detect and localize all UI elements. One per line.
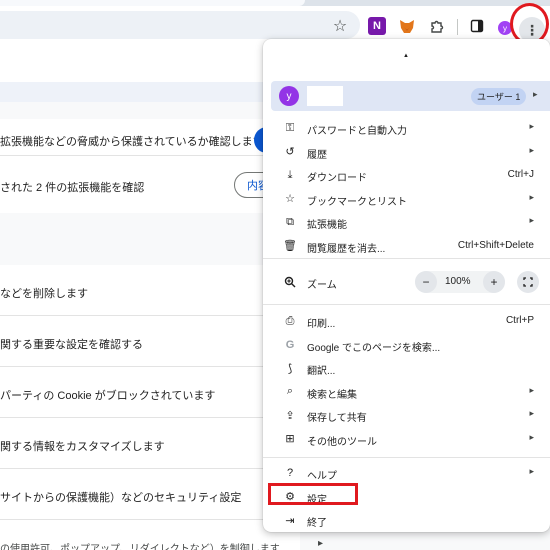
settings-row[interactable]: などを削除します [0,265,300,316]
row-label: パーティの Cookie がブロックされています [0,390,216,402]
star-icon: ☆ [285,193,295,205]
settings-row[interactable]: 関する情報をカスタマイズします [0,418,300,469]
menu-item-trash[interactable]: 🗑 閲覧履歴を消去... Ctrl+Shift+Delete [263,235,550,258]
download-icon: ⤓ [287,168,293,181]
settings-row[interactable]: 関する重要な設定を確認する [0,316,300,367]
menu-item-label: 検索と編集 [307,389,357,401]
menu-item-star[interactable]: ☆ ブックマークとリスト ▸ [263,188,550,211]
menu-item-label: 終了 [307,518,327,529]
menu-divider [263,304,550,305]
chevron-right-icon: ▸ [318,538,324,549]
help-icon: ? [286,467,294,479]
menu-item-exit[interactable]: ⇥ 終了 [263,509,550,532]
site-settings-text: の使用許可、ポップアップ、リダイレクトなど）を制御します [0,544,280,550]
exit-icon: ⇥ [285,514,295,527]
chevron-right-icon: ▸ [529,431,534,442]
chevron-right-icon: ▸ [529,466,534,476]
row-label: 関する情報をカスタマイズします [0,441,165,453]
menu-item-label: 拡張機能 [307,220,347,231]
menu-item-translate[interactable]: ⟆ 翻訳... [263,357,550,380]
menu-item-zoom: ズーム [263,271,550,294]
chevron-right-icon: ▸ [529,215,534,225]
divider [0,155,300,156]
menu-caret-icon: ▲ [403,53,409,59]
safety-check-text: 拡張機能などの脅威から保護されているか確認します [0,136,264,148]
menu-item-print[interactable]: ⎙ 印刷... Ctrl+P [263,310,550,333]
keyboard-shortcut: Ctrl+P [505,315,534,326]
chevron-right-icon: ▸ [529,191,534,202]
profile-row[interactable]: y ユーザー 1 ▸ [271,81,550,111]
side-panel-icon[interactable] [466,15,488,37]
key-icon: ⚿ [285,121,295,134]
menu-item-label: ヘルプ [307,471,337,482]
extensions-review-text: された 2 件の拡張機能を確認 [0,182,145,194]
history-icon: ↺ [285,146,295,158]
settings-row[interactable]: パーティの Cookie がブロックされています [0,367,300,418]
chrome-menu: ▲ y ユーザー 1 ▸ ⚿ パスワードと自動入力 ▸ ↺ 履歴 ▸ ⤓ ダウンロード Ctrl… [263,39,550,532]
extensions-puzzle-icon[interactable] [426,15,448,37]
row-label: などを削除します [0,288,88,300]
menu-item-key[interactable]: ⚿ パスワードと自動入力 ▸ [263,117,550,140]
address-bar[interactable] [0,11,360,39]
zoom-out-button[interactable]: − [415,271,437,293]
menu-item-google[interactable]: G Google でこのページを検索... [263,334,550,357]
metamask-fox-icon[interactable] [398,17,416,35]
menu-item-label: ブックマークとリスト [307,196,407,208]
row-label: 関する重要な設定を確認する [0,339,143,351]
print-icon: ⎙ [285,314,295,327]
menu-item-search-edit[interactable]: ⌕ 検索と編集 ▸ [263,381,550,404]
settings-row[interactable]: サイトからの保護機能）などのセキュリティ設定 [0,469,300,520]
menu-item-puzzle[interactable]: ⧉ 拡張機能 ▸ [263,211,550,234]
menu-item-label: 保存して共有 [307,413,367,424]
profile-name-redacted [307,86,343,106]
zoom-control: − 100% + [415,271,505,293]
chevron-right-icon: ▸ [529,121,534,131]
fullscreen-button[interactable] [517,271,539,293]
toolbox-icon: ⊞ [285,433,295,445]
menu-item-label: Google でこのページを検索... [307,342,441,354]
bookmark-star-icon[interactable]: ☆ [329,15,351,37]
row-label: サイトからの保護機能）などのセキュリティ設定 [0,492,242,504]
menu-divider [263,457,550,458]
menu-item-label: その他のツール [307,436,377,448]
chevron-right-icon: ▸ [533,89,538,99]
chevron-right-icon: ▸ [529,384,534,395]
menu-item-label: 閲覧履歴を消去... [307,243,386,255]
save-share-icon: ⇪ [285,409,295,422]
google-icon: G [285,338,295,351]
zoom-in-button[interactable]: + [483,271,505,293]
menu-item-download[interactable]: ⤓ ダウンロード Ctrl+J [263,164,550,187]
onenote-extension-icon[interactable]: N [368,17,386,35]
zoom-label: ズーム [307,280,337,291]
menu-item-label: 翻訳... [307,366,336,377]
menu-divider [263,258,550,259]
profile-badge: ユーザー 1 [471,88,527,105]
toolbar-separator [457,19,458,35]
chevron-right-icon: ▸ [529,144,534,155]
translate-icon: ⟆ [287,362,293,375]
menu-item-toolbox[interactable]: ⊞ その他のツール ▸ [263,428,550,451]
menu-item-label: 印刷... [307,319,336,330]
menu-item-label: 履歴 [307,149,327,161]
menu-item-label: ダウンロード [307,173,367,184]
keyboard-shortcut: Ctrl+J [507,169,534,180]
search-edit-icon: ⌕ [286,385,294,397]
menu-item-help[interactable]: ? ヘルプ ▸ [263,462,550,485]
zoom-icon [283,275,297,289]
annotation-settings-highlight [268,483,358,505]
keyboard-shortcut: Ctrl+Shift+Delete [457,239,534,251]
privacy-settings-card: などを削除します 関する重要な設定を確認する パーティの Cookie がブロッ… [0,265,300,550]
chevron-right-icon: ▸ [529,408,534,418]
avatar: y [279,86,299,106]
trash-icon: 🗑 [283,240,297,252]
menu-item-history[interactable]: ↺ 履歴 ▸ [263,141,550,164]
menu-item-save-share[interactable]: ⇪ 保存して共有 ▸ [263,404,550,427]
zoom-level: 100% [445,276,471,287]
menu-item-label: パスワードと自動入力 [307,126,407,137]
puzzle-icon: ⧉ [286,215,294,228]
safety-check-card: 拡張機能などの脅威から保護されているか確認します された 2 件の拡張機能を確認… [0,119,314,213]
